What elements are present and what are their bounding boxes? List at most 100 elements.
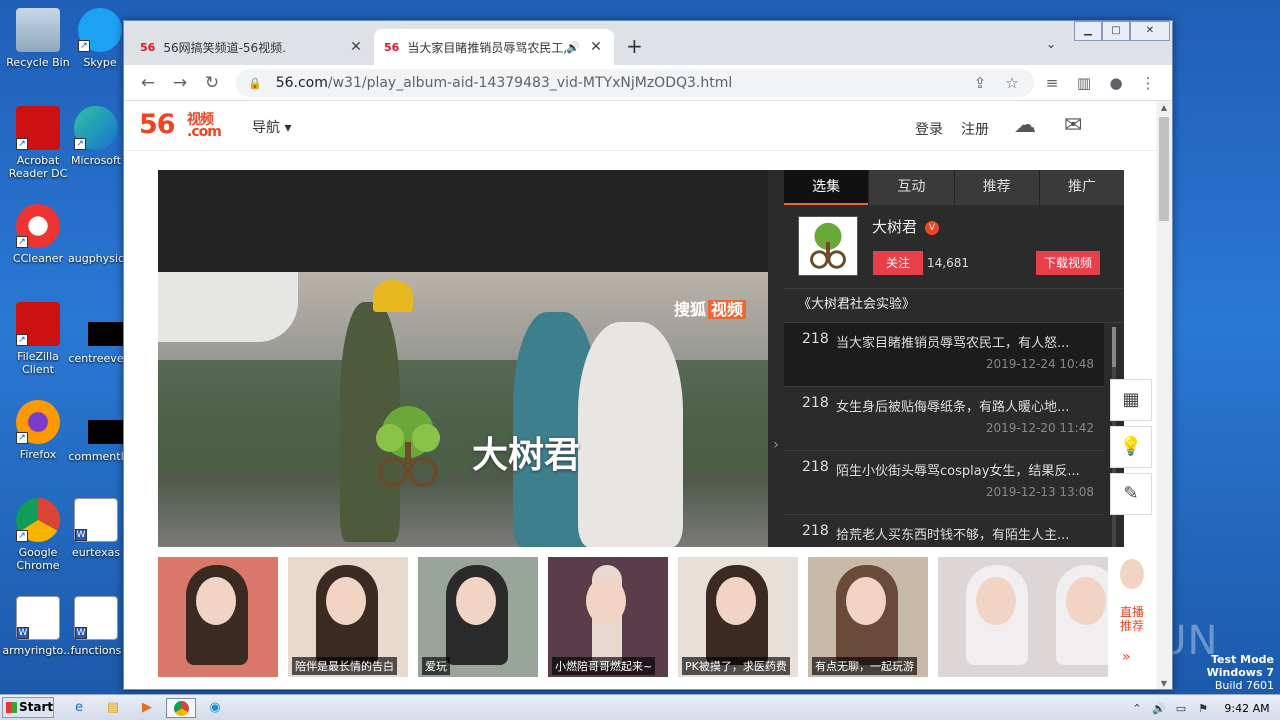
mail-icon[interactable]: ✉ <box>1064 113 1082 138</box>
desktop-icon-augphysic[interactable]: augphysic <box>64 204 128 265</box>
fan-count: 14,681 <box>927 256 969 270</box>
browser-toolbar: ← → ↻ 🔒 56.com/w31/play_album-aid-143794… <box>124 65 1172 101</box>
uploader-name[interactable]: 大树君 V <box>872 216 940 237</box>
network-icon[interactable]: ▭ <box>1170 702 1192 715</box>
bookmark-star-icon[interactable]: ☆ <box>1000 71 1024 95</box>
minimize-button[interactable]: ▁ <box>1074 21 1102 41</box>
playlist-toggle[interactable]: › <box>768 170 784 547</box>
side-panel-icon[interactable]: ▥ <box>1072 71 1096 95</box>
scroll-down-icon[interactable]: ▼ <box>1156 677 1172 689</box>
close-window-button[interactable]: ✕ <box>1130 21 1170 41</box>
thumbnail[interactable]: 小燃陪哥哥燃起来~ <box>548 557 668 677</box>
media-player-icon[interactable]: ▶ <box>136 698 158 718</box>
episode-item[interactable]: 218 拾荒老人买东西时钱不够，有陌生人主... <box>784 515 1104 547</box>
system-tray: ⌃ 🔊 ▭ ⚑ 9:42 AM <box>1126 695 1280 720</box>
live-arrow-icon[interactable]: » <box>1122 649 1131 665</box>
video-brand-text: 大树君 <box>472 435 581 476</box>
tab-episodes[interactable]: 选集 <box>784 170 869 205</box>
page-scrollbar[interactable]: ▲ ▼ <box>1156 101 1172 689</box>
new-tab-button[interactable]: + <box>626 34 643 58</box>
desktop-icon-functions[interactable]: W functions <box>64 596 128 657</box>
avatar[interactable] <box>798 216 858 276</box>
lightbulb-icon[interactable]: 💡 <box>1110 426 1152 468</box>
video-frame[interactable]: 大树君 搜狐 视频 <box>158 272 768 547</box>
logo-number: 56 <box>139 109 176 140</box>
edge-taskbar-icon[interactable]: ◉ <box>204 698 226 718</box>
close-icon[interactable]: ✕ <box>588 39 604 55</box>
thumbnail[interactable]: 爱玩 <box>418 557 538 677</box>
video-player[interactable]: 大树君 搜狐 视频 <box>158 170 768 547</box>
download-video-button[interactable]: 下载视频 <box>1036 251 1100 275</box>
desktop-icon-commentl[interactable]: commentl <box>64 450 128 463</box>
nav-dropdown[interactable]: 导航 ▾ <box>252 117 291 137</box>
tab-search-button[interactable]: ⌄ <box>1046 37 1056 51</box>
site-logo[interactable]: 56 视频 .com <box>139 109 222 140</box>
tab-active-video[interactable]: 56 当大家目睹推销员辱骂农民工, 🔊 ✕ <box>374 29 614 65</box>
back-button[interactable]: ← <box>136 71 160 95</box>
clock[interactable]: 9:42 AM <box>1214 702 1280 715</box>
desktop-icon-eurtexas[interactable]: W eurtexas <box>64 498 128 559</box>
thumb-face <box>196 577 236 625</box>
lock-icon[interactable]: 🔒 <box>248 77 262 90</box>
follow-button[interactable]: 关注 <box>873 251 923 275</box>
desktop-icon-centreeve[interactable]: centreeve <box>64 352 128 365</box>
forward-button[interactable]: → <box>168 71 192 95</box>
episode-title: 拾荒老人买东西时钱不够，有陌生人主... <box>836 528 1070 543</box>
edge-icon: ↗ <box>74 106 118 150</box>
login-link[interactable]: 登录 <box>915 119 943 139</box>
speaker-icon[interactable]: 🔊 <box>566 41 580 54</box>
live-recommend[interactable]: 直播推荐 » <box>1112 549 1152 679</box>
desktop-icon-recycle-bin[interactable]: Recycle Bin <box>0 8 76 69</box>
thumb-face <box>586 577 626 625</box>
qr-code-icon[interactable]: ▦ <box>1110 379 1152 421</box>
reload-button[interactable]: ↻ <box>200 71 224 95</box>
episode-item[interactable]: 218 陌生小伙街头辱骂cosplay女生，结果反... 2019-12-13 … <box>784 451 1104 515</box>
thumbnail[interactable] <box>938 557 1108 677</box>
desktop-icon-label: Skype <box>83 56 117 69</box>
tab-interact[interactable]: 互动 <box>868 170 954 205</box>
tab-56-funny[interactable]: 56 56网搞笑频道-56视频. ✕ <box>130 29 374 65</box>
favicon-56: 56 <box>140 40 156 54</box>
episode-title: 当大家目睹推销员辱骂农民工，有人怒... <box>836 336 1070 351</box>
edit-icon[interactable]: ✎ <box>1110 473 1152 515</box>
episode-item[interactable]: 218 女生身后被贴侮辱纸条，有路人暖心地... 2019-12-20 11:4… <box>784 387 1104 451</box>
start-button[interactable]: Start <box>2 697 54 718</box>
episode-date: 2019-12-20 11:42 <box>985 421 1094 435</box>
album-title[interactable]: 《大树君社会实验》 <box>784 289 1124 323</box>
thumbnail[interactable]: PK被摸了，求医药费 <box>678 557 798 677</box>
sidebar-tabs: 选集 互动 推荐 推广 <box>784 170 1124 205</box>
upload-cloud-icon[interactable]: ☁ <box>1014 113 1036 138</box>
episode-date: 2019-12-13 13:08 <box>985 485 1094 499</box>
address-bar[interactable]: 🔒 56.com/w31/play_album-aid-14379483_vid… <box>236 69 1034 97</box>
thumb-face <box>1066 577 1106 625</box>
maximize-button[interactable]: □ <box>1102 21 1130 41</box>
episode-item[interactable]: 218 当大家目睹推销员辱骂农民工，有人怒... 2019-12-24 10:4… <box>784 323 1104 387</box>
thumbnail[interactable]: 陪伴是最长情的告白 <box>288 557 408 677</box>
register-link[interactable]: 注册 <box>961 119 989 139</box>
tab-recommend[interactable]: 推荐 <box>953 170 1039 205</box>
desktop-icon-skype[interactable]: ↗ Skype <box>72 8 128 69</box>
menu-icon[interactable]: ⋮ <box>1136 71 1160 95</box>
thumbnail[interactable] <box>158 557 278 677</box>
watermark-line: Test Mode <box>1211 653 1274 666</box>
desktop-icon-microsoft[interactable]: ↗ Microsoft <box>64 106 128 167</box>
sidebar-scroll-thumb[interactable] <box>1112 327 1116 367</box>
explorer-icon[interactable]: ▤ <box>102 698 124 718</box>
logo-com: .com <box>187 124 222 140</box>
scroll-up-icon[interactable]: ▲ <box>1156 101 1172 115</box>
media-control-icon[interactable]: ≡ <box>1040 71 1064 95</box>
action-center-icon[interactable]: ⚑ <box>1192 702 1214 715</box>
firefox-icon: ↗ <box>16 400 60 444</box>
page-scroll-thumb[interactable] <box>1159 117 1169 221</box>
profile-icon[interactable]: ● <box>1104 71 1128 95</box>
volume-icon[interactable]: 🔊 <box>1148 702 1170 715</box>
thumbnail[interactable]: 有点无聊，一起玩游 <box>808 557 928 677</box>
close-icon[interactable]: ✕ <box>348 39 364 55</box>
tab-promote[interactable]: 推广 <box>1038 170 1124 205</box>
tray-expand-icon[interactable]: ⌃ <box>1126 702 1148 715</box>
episode-number: 218 <box>802 395 829 411</box>
share-icon[interactable]: ⇪ <box>968 71 992 95</box>
chrome-taskbar-icon[interactable] <box>166 698 196 718</box>
thumb-face <box>976 577 1016 625</box>
ie-icon[interactable]: e <box>68 698 90 718</box>
